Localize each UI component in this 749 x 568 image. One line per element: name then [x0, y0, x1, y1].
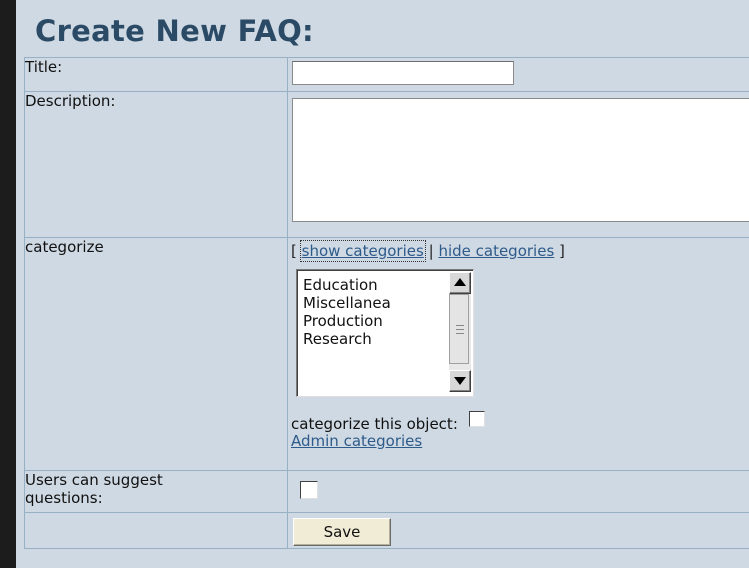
category-option[interactable]: Production: [303, 312, 391, 330]
arrow-up-icon: [454, 278, 466, 286]
save-label-cell: [24, 512, 288, 549]
title-label: Title:: [25, 58, 63, 76]
admin-categories-link[interactable]: Admin categories: [291, 433, 749, 449]
categories-listbox[interactable]: Education Miscellanea Production Researc…: [296, 269, 474, 397]
scroll-up-button[interactable]: [449, 272, 471, 294]
suggest-label-line2: questions:: [25, 489, 103, 507]
hide-categories-link[interactable]: hide categories: [438, 242, 554, 260]
open-bracket: [: [291, 242, 297, 260]
save-button[interactable]: Save: [293, 518, 391, 546]
page-title: Create New FAQ:: [35, 14, 314, 48]
title-input[interactable]: [292, 61, 514, 85]
categorize-object-checkbox[interactable]: [468, 410, 485, 427]
faq-panel: Create New FAQ: Title: Description: cate…: [16, 0, 749, 568]
title-label-cell: Title:: [24, 57, 288, 92]
category-option[interactable]: Research: [303, 330, 391, 348]
faq-form: Title: Description: categorize [show ca…: [24, 57, 749, 549]
categorize-label-cell: categorize: [24, 237, 288, 471]
title-field-cell: [287, 57, 749, 92]
suggest-label-line1: Users can suggest: [25, 471, 163, 489]
categorize-object-label: categorize this object:: [291, 415, 458, 433]
description-label-cell: Description:: [24, 91, 288, 238]
category-links: [ show categories | hide categories ]: [291, 240, 749, 262]
category-option[interactable]: Miscellanea: [303, 294, 391, 312]
arrow-down-icon: [454, 377, 466, 385]
category-option[interactable]: Education: [303, 276, 391, 294]
categorize-field-cell: [ show categories | hide categories ] Ed…: [287, 237, 749, 471]
suggest-field-cell: [287, 470, 749, 513]
listbox-scrollbar[interactable]: [449, 272, 471, 392]
scroll-down-button[interactable]: [449, 370, 471, 392]
close-bracket: ]: [559, 242, 565, 260]
show-categories-link[interactable]: show categories: [299, 240, 426, 262]
description-label: Description:: [25, 92, 116, 110]
description-textarea[interactable]: [292, 98, 749, 222]
categorize-label: categorize: [25, 238, 104, 256]
save-field-cell: Save: [287, 512, 749, 549]
scroll-thumb[interactable]: [449, 294, 469, 364]
suggest-questions-checkbox[interactable]: [300, 481, 318, 499]
link-separator: |: [428, 242, 434, 260]
suggest-label-cell: Users can suggest questions:: [24, 470, 288, 513]
description-field-cell: [287, 91, 749, 238]
